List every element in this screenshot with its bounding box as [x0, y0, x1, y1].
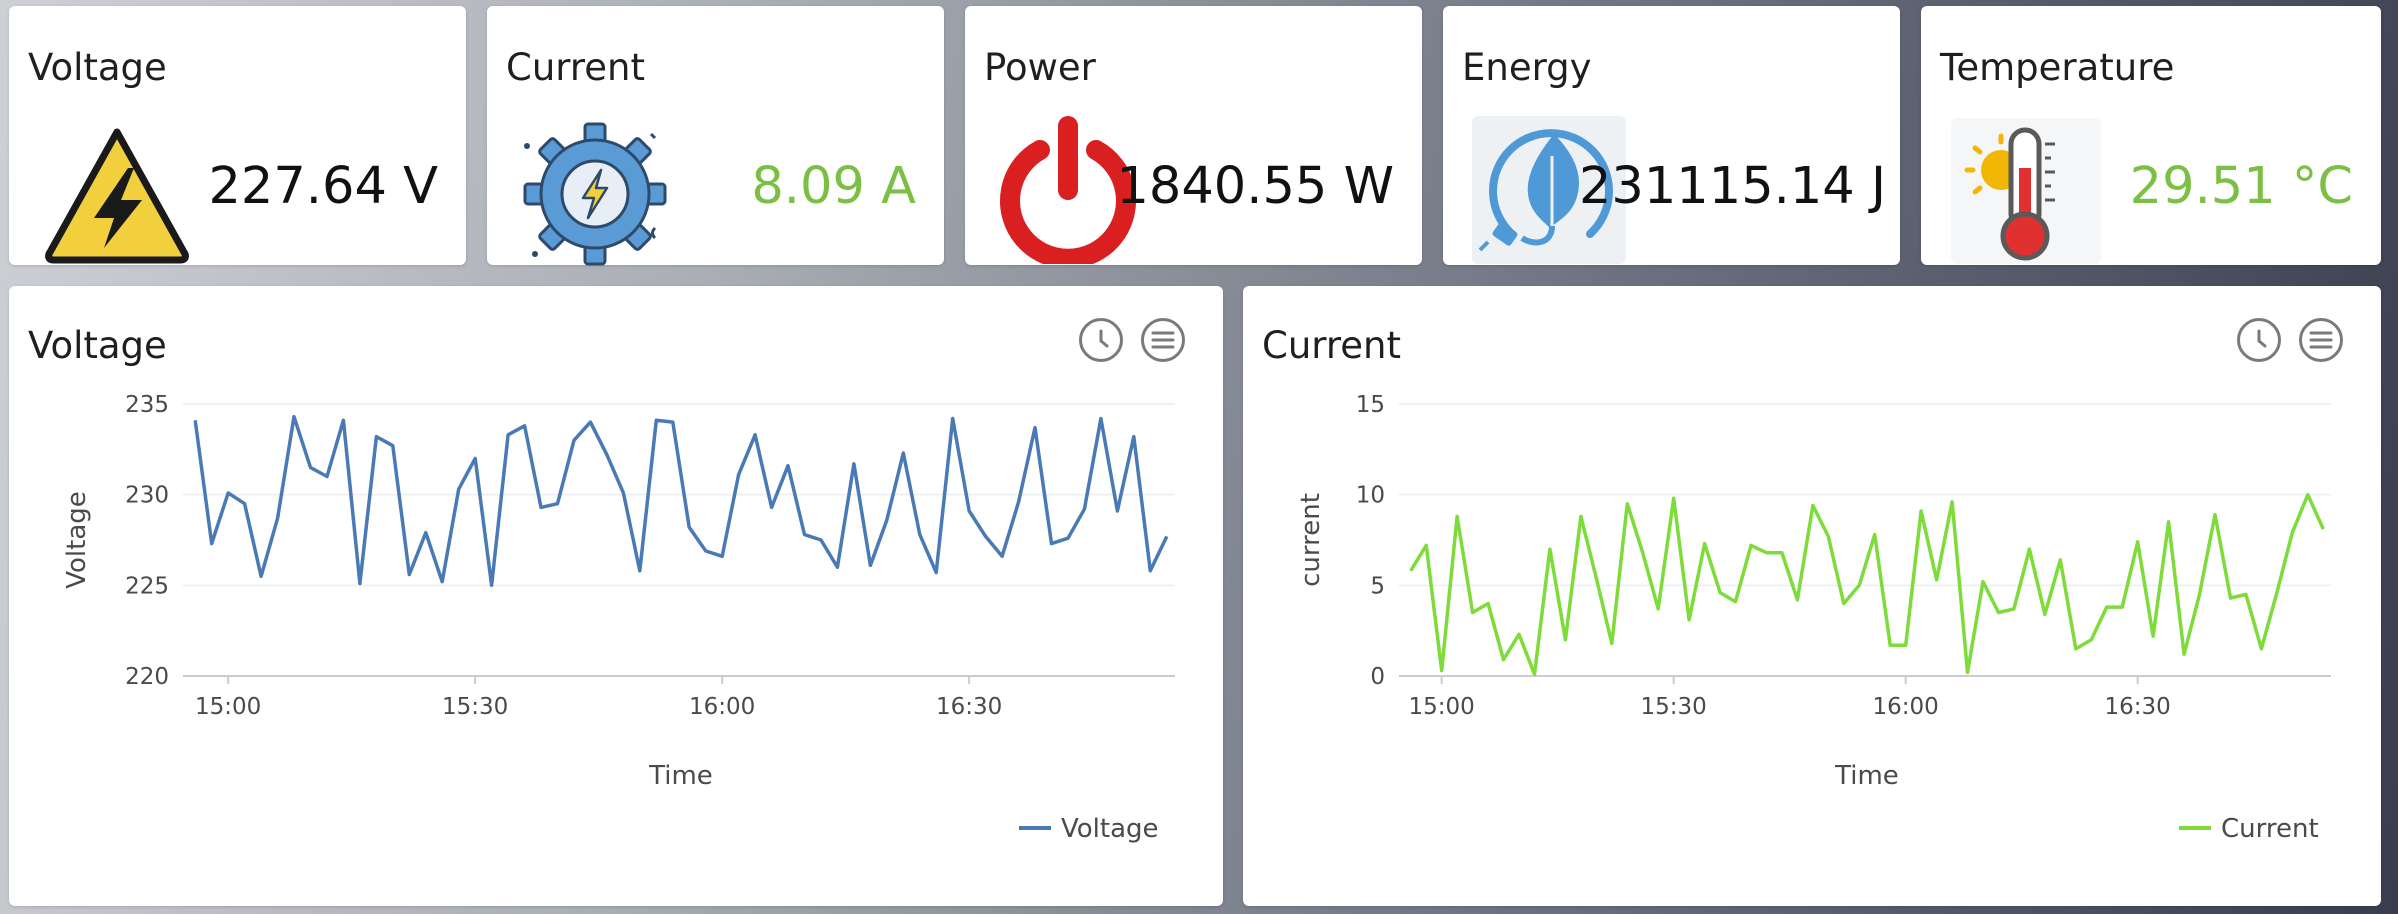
- x-axis-title: Time: [648, 761, 713, 791]
- stat-card-current: Current 8.09 A: [487, 6, 944, 266]
- voltage-line-chart: 220 225 230 235 15:00 15:30 16:00 16:30 Time Volt…: [62, 392, 1175, 844]
- x-tick-label: 16:30: [936, 694, 1002, 720]
- y-tick-label: 220: [125, 664, 169, 690]
- stat-title: Power: [984, 46, 1096, 89]
- x-tick-label: 16:00: [1873, 694, 1939, 720]
- stat-card-temperature: Temperature 29.51 °C: [1921, 6, 2381, 265]
- stat-value: 227.64 V: [208, 157, 438, 216]
- stat-value: 29.51 °C: [2129, 157, 2353, 216]
- stat-card-energy: Energy 231115.14 J: [1443, 6, 1900, 265]
- voltage-chart-panel: Voltage 220 225 230 235 15:00 15:30 16:00 16:30…: [9, 286, 1223, 906]
- legend-label: Voltage: [1061, 814, 1159, 844]
- current-line-chart: 0 5 10 15 15:00 15:30 16:00 16:30 Time current Cur…: [1296, 392, 2331, 844]
- y-tick-label: 15: [1356, 392, 1385, 418]
- y-tick-label: 235: [125, 392, 169, 418]
- stat-card-voltage: Voltage 227.64 V: [9, 6, 466, 265]
- x-tick-label: 15:30: [442, 694, 508, 720]
- x-tick-label: 16:30: [2105, 694, 2171, 720]
- stat-card-power: Power 1840.55 W: [965, 6, 1422, 269]
- thermometer-sun-icon: [1951, 118, 2101, 268]
- y-tick-label: 230: [125, 483, 169, 509]
- stat-title: Energy: [1462, 46, 1592, 89]
- x-tick-label: 15:00: [1409, 694, 1475, 720]
- series-line: [1409, 492, 2325, 676]
- y-tick-label: 5: [1370, 573, 1385, 599]
- y-tick-label: 0: [1370, 664, 1385, 690]
- x-tick-label: 15:00: [195, 694, 261, 720]
- y-tick-label: 225: [125, 573, 169, 599]
- legend-label: Current: [2221, 814, 2319, 844]
- y-tick-label: 10: [1356, 483, 1385, 509]
- high-voltage-warning-icon: [42, 124, 192, 268]
- x-tick-label: 16:00: [689, 694, 755, 720]
- stat-value: 1840.55 W: [1116, 157, 1394, 216]
- current-chart-panel: Current 0 5 10 15 15:00 15:30 16:00 16:30 Time cu…: [1243, 286, 2381, 906]
- stat-title: Current: [506, 46, 645, 89]
- stat-title: Temperature: [1940, 46, 2175, 89]
- x-tick-label: 15:30: [1641, 694, 1707, 720]
- series-line: [193, 414, 1169, 588]
- y-axis-title: Voltage: [62, 491, 92, 589]
- stat-value: 8.09 A: [751, 157, 916, 216]
- stat-title: Voltage: [28, 46, 167, 89]
- electric-gear-icon: [515, 116, 675, 270]
- x-axis-title: Time: [1834, 761, 1899, 791]
- stat-value: 231115.14 J: [1578, 157, 1886, 216]
- y-axis-title: current: [1296, 493, 1326, 587]
